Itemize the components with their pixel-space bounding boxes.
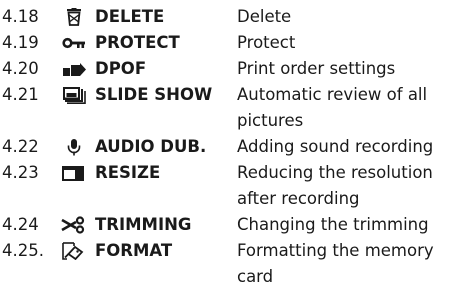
item-name: DPOF bbox=[95, 59, 147, 78]
item-description: Delete bbox=[237, 7, 292, 26]
microphone-icon bbox=[61, 138, 87, 156]
item-description: Automatic review of all pictures bbox=[237, 85, 428, 130]
item-number: 4.20 bbox=[2, 59, 39, 78]
item-description: Protect bbox=[237, 33, 296, 52]
item-name: TRIMMING bbox=[95, 215, 192, 234]
item-number: 4.25. bbox=[2, 241, 44, 260]
scissors-icon bbox=[61, 216, 87, 234]
item-description: Reducing the resolution after recording bbox=[237, 163, 433, 208]
item-name: PROTECT bbox=[95, 33, 180, 52]
format-icon bbox=[61, 242, 87, 260]
item-name: AUDIO DUB. bbox=[95, 137, 207, 156]
item-description: Print order settings bbox=[237, 59, 396, 78]
item-name: FORMAT bbox=[95, 241, 173, 260]
print-order-icon bbox=[61, 60, 87, 78]
slideshow-icon bbox=[61, 86, 87, 104]
menu-function-list: 4.18 DELETE Delete 4.19 PROTECT Protect bbox=[0, 0, 452, 305]
item-name: SLIDE SHOW bbox=[95, 85, 213, 104]
item-name: DELETE bbox=[95, 7, 165, 26]
resize-icon bbox=[61, 164, 87, 182]
item-number: 4.19 bbox=[2, 33, 39, 52]
item-number: 4.22 bbox=[2, 137, 39, 156]
item-description: Adding sound recording bbox=[237, 137, 434, 156]
item-name: RESIZE bbox=[95, 163, 161, 182]
item-description: Formatting the memory card bbox=[237, 241, 434, 286]
item-number: 4.21 bbox=[2, 85, 39, 104]
trash-icon bbox=[61, 8, 87, 26]
item-number: 4.18 bbox=[2, 7, 39, 26]
item-description: Changing the trimming bbox=[237, 215, 429, 234]
item-number: 4.23 bbox=[2, 163, 39, 182]
item-number: 4.24 bbox=[2, 215, 39, 234]
key-icon bbox=[61, 34, 87, 52]
